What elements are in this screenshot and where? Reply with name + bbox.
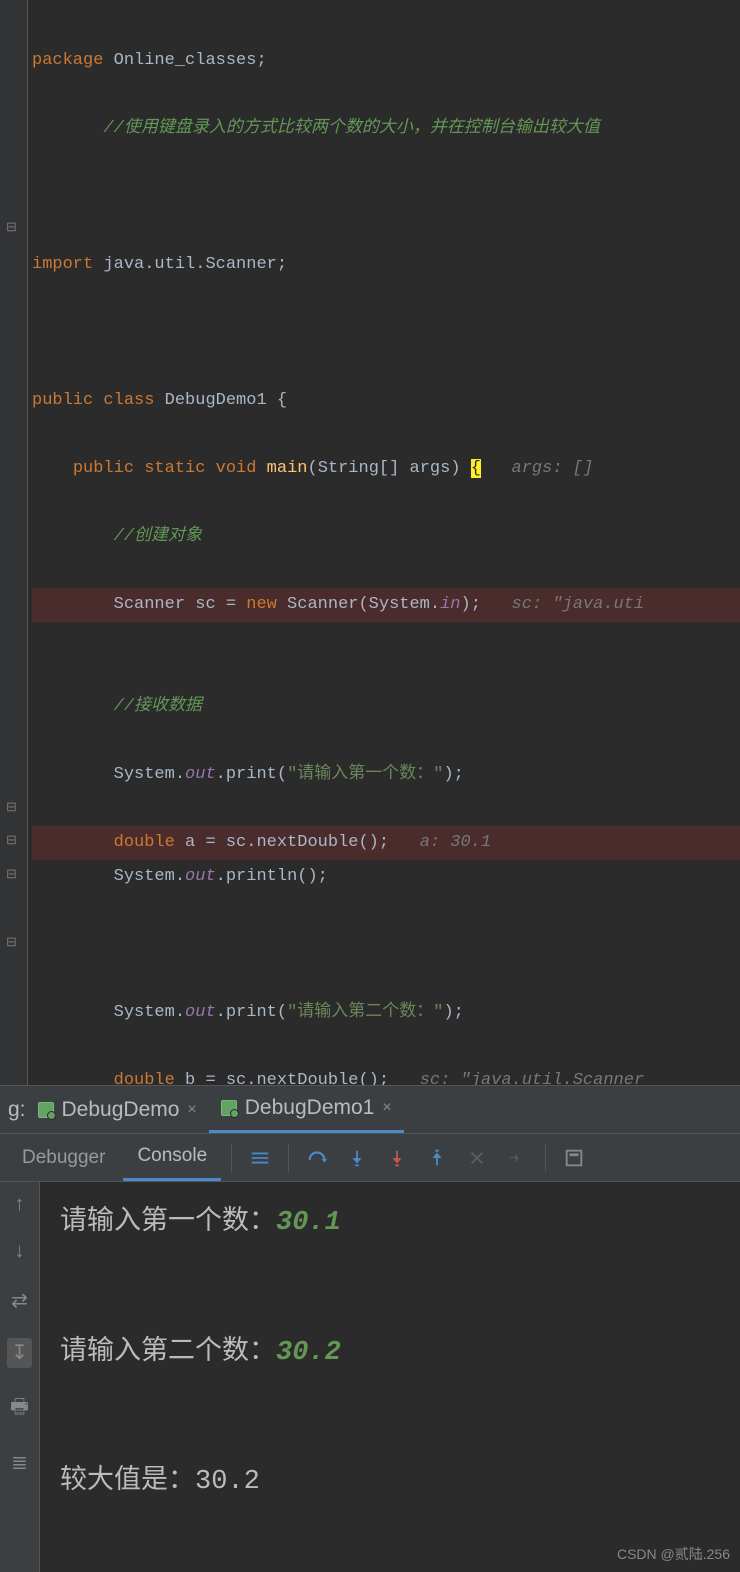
field: in [440,595,460,614]
string: "请输入第二个数：" [287,1003,443,1022]
keyword: new [246,595,277,614]
code: System. [114,765,185,784]
code: System. [114,867,185,886]
code: System. [114,1003,185,1022]
code: .print( [216,1003,287,1022]
wrap-icon[interactable]: ⇄ [11,1288,28,1314]
run-to-cursor-icon[interactable] [499,1140,535,1176]
console-area: ↑ ↓ ⇄ ↧ 🖶 ≣ 请输入第一个数：30.1 请输入第二个数：30.2 较大… [0,1182,740,1572]
keyword: void [216,459,257,478]
code-content[interactable]: package Online_classes; //使用键盘录入的方式比较两个数… [0,10,740,1085]
keyword: double [114,1071,175,1085]
comment: //创建对象 [114,527,202,546]
method-name: main [267,459,308,478]
fold-icon[interactable]: ⊟ [6,795,17,821]
run-config-icon [221,1100,237,1116]
console-text: 较大值是：30.2 [60,1461,720,1504]
close-icon[interactable]: × [187,1101,196,1119]
drop-frame-icon[interactable] [459,1140,495,1176]
code: Scanner(System. [277,595,440,614]
package-name: Online_classes [114,51,257,70]
field: out [185,1003,216,1022]
force-step-into-icon[interactable] [379,1140,415,1176]
fold-icon[interactable]: ⊟ [6,930,17,956]
string: "请输入第一个数：" [287,765,443,784]
code: Scanner sc = [114,595,247,614]
console-input: 30.2 [276,1338,341,1368]
step-over-icon[interactable] [299,1140,335,1176]
inline-hint: sc: "java.util.Scanner [420,1071,644,1085]
step-into-icon[interactable] [339,1140,375,1176]
debug-toolbar: Debugger Console [0,1134,740,1182]
separator [231,1144,232,1172]
inline-hint: a: 30.1 [420,833,491,852]
tab-label: DebugDemo [62,1098,180,1122]
code-editor[interactable]: ⊟ ⊟ ⊟ ⊟ ⊟ package Online_classes; //使用键盘… [0,0,740,1085]
comment: //接收数据 [114,697,202,716]
import: java.util.Scanner [103,255,276,274]
debug-panel: g: DebugDemo × DebugDemo1 × Debugger Con… [0,1085,740,1572]
menu-icon[interactable] [242,1140,278,1176]
run-config-icon [38,1102,54,1118]
keyword: class [103,391,154,410]
keyword: import [32,255,93,274]
scroll-icon[interactable]: ↧ [7,1338,32,1368]
code: .print( [216,765,287,784]
tab-debugdemo[interactable]: DebugDemo × [26,1086,209,1133]
inline-hint: args: [] [512,459,594,478]
code: a = sc.nextDouble(); [175,833,389,852]
step-out-icon[interactable] [419,1140,455,1176]
separator [545,1144,546,1172]
fold-icon[interactable]: ⊟ [6,862,17,888]
args: String[] args [318,459,451,478]
keyword: package [32,51,103,70]
down-icon[interactable]: ↓ [13,1241,25,1264]
run-tabs: g: DebugDemo × DebugDemo1 × [0,1086,740,1134]
gutter: ⊟ ⊟ ⊟ ⊟ ⊟ [0,0,28,1085]
code: ); [443,1003,463,1022]
separator [288,1144,289,1172]
field: out [185,867,216,886]
console-input: 30.1 [276,1208,341,1238]
tab-debugger[interactable]: Debugger [8,1134,119,1181]
tab-debugdemo1[interactable]: DebugDemo1 × [209,1086,404,1133]
print-icon[interactable]: 🖶 [10,1392,29,1426]
console-text: 请输入第二个数： [60,1338,276,1368]
class-name: DebugDemo1 [165,391,267,410]
code: b = sc.nextDouble(); [175,1071,389,1085]
code: ); [461,595,481,614]
code: ); [443,765,463,784]
tab-label: DebugDemo1 [245,1096,375,1120]
tab-console[interactable]: Console [123,1134,221,1181]
keyword: public [32,391,93,410]
close-icon[interactable]: × [382,1099,391,1117]
clear-icon[interactable]: ≣ [11,1450,28,1476]
up-icon[interactable]: ↑ [13,1194,25,1217]
console-side-toolbar: ↑ ↓ ⇄ ↧ 🖶 ≣ [0,1182,40,1572]
keyword: public [73,459,134,478]
fold-icon[interactable]: ⊟ [6,215,17,241]
evaluate-icon[interactable] [556,1140,592,1176]
keyword: static [144,459,205,478]
console-output[interactable]: 请输入第一个数：30.1 请输入第二个数：30.2 较大值是：30.2 [40,1182,740,1572]
fold-icon[interactable]: ⊟ [6,828,17,854]
console-text: 请输入第一个数： [60,1208,276,1238]
watermark: CSDN @贰陆.256 [617,1544,730,1564]
code: .println(); [216,867,328,886]
field: out [185,765,216,784]
comment: //使用键盘录入的方式比较两个数的大小，并在控制台输出较大值 [103,119,599,138]
inline-hint: sc: "java.uti [512,595,645,614]
keyword: double [114,833,175,852]
panel-label: g: [8,1098,26,1122]
